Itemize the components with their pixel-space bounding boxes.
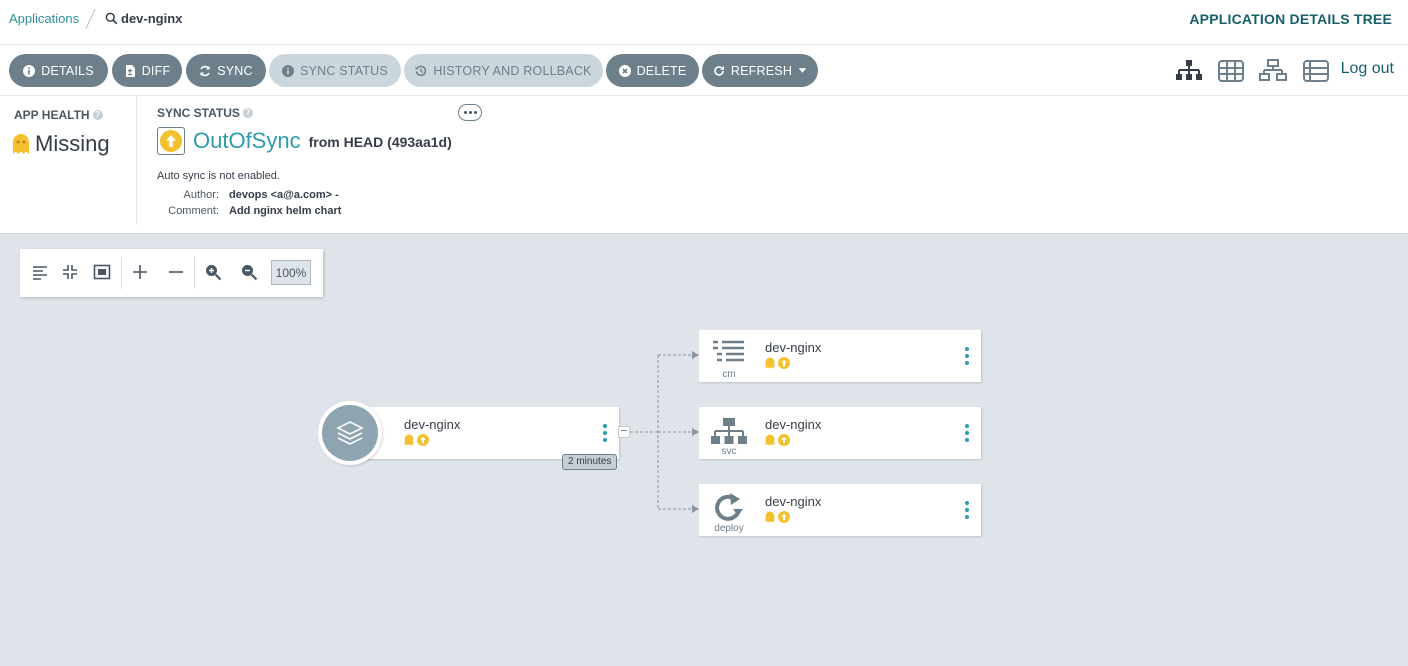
sync-button[interactable]: SYNC — [186, 54, 266, 87]
out-of-sync-icon — [417, 434, 429, 446]
resource-name-deploy: dev-nginx — [765, 494, 822, 509]
file-diff-icon — [125, 64, 135, 77]
breadcrumb-separator — [85, 8, 96, 30]
resource-menu-button[interactable] — [964, 347, 970, 365]
search-icon — [105, 12, 118, 25]
resource-status-deploy — [765, 511, 790, 523]
deployment-icon — [715, 493, 743, 521]
breadcrumb-applications[interactable]: Applications — [9, 11, 79, 26]
app-node-icon — [318, 401, 382, 465]
out-of-sync-icon — [778, 357, 790, 369]
out-of-sync-icon — [778, 511, 790, 523]
comment-value: Add nginx helm chart — [229, 205, 342, 217]
app-health-heading: APP HEALTH ? — [14, 108, 103, 122]
delete-button[interactable]: DELETE — [606, 54, 699, 87]
diff-button[interactable]: DIFF — [112, 54, 182, 87]
resource-menu-button[interactable] — [964, 501, 970, 519]
comment-label: Comment: — [168, 205, 219, 217]
sync-status-heading: SYNC STATUS ? — [157, 106, 253, 120]
resource-menu-button[interactable] — [964, 424, 970, 442]
ghost-icon — [13, 134, 29, 154]
sync-status-text[interactable]: OutOfSync — [193, 128, 301, 154]
resource-kind-cm: cm — [722, 369, 736, 380]
page-title: APPLICATION DETAILS TREE — [1189, 11, 1392, 27]
app-health-text: Missing — [35, 131, 110, 156]
history-rollback-button[interactable]: HISTORY AND ROLLBACK — [404, 54, 603, 87]
network-view-icon[interactable] — [1259, 59, 1287, 83]
breadcrumb-current: dev-nginx — [105, 11, 182, 26]
ghost-icon — [765, 434, 775, 446]
sync-label: SYNC — [217, 63, 253, 78]
resource-name-cm: dev-nginx — [765, 340, 822, 355]
history-label: HISTORY AND ROLLBACK — [433, 63, 592, 78]
resource-node-deploy[interactable]: deploy dev-nginx — [699, 484, 981, 536]
delete-label: DELETE — [636, 63, 687, 78]
more-options-button[interactable] — [458, 104, 482, 121]
collapse-button[interactable]: − — [618, 426, 630, 438]
refresh-button[interactable]: REFRESH — [702, 54, 818, 87]
comment-row: Comment: Add nginx helm chart — [157, 205, 341, 219]
out-of-sync-icon — [778, 434, 790, 446]
layers-icon — [336, 421, 364, 445]
service-icon — [711, 418, 747, 444]
top-bar: Applications dev-nginx APPLICATION DETAI… — [0, 0, 1408, 45]
resource-tree-canvas[interactable]: 100% dev-nginx − 2 minutes cm dev-nginx — [0, 234, 1408, 666]
ghost-icon — [404, 434, 414, 446]
resource-status-cm — [765, 357, 790, 369]
info-icon — [23, 64, 36, 77]
caret-down-icon — [798, 68, 807, 73]
app-node-name: dev-nginx — [404, 417, 461, 432]
sync-status-label: SYNC STATUS — [300, 63, 388, 78]
tree-view-icon[interactable] — [1175, 59, 1203, 83]
logout-link[interactable]: Log out — [1341, 60, 1394, 78]
auto-sync-note: Auto sync is not enabled. — [157, 170, 280, 182]
sync-status-value: OutOfSync from HEAD (493aa1d) — [157, 127, 452, 155]
resource-kind-svc: svc — [721, 446, 737, 457]
list-view-icon[interactable] — [1302, 59, 1330, 83]
author-label: Author: — [183, 189, 219, 201]
resource-status-svc — [765, 434, 790, 446]
resource-name-svc: dev-nginx — [765, 417, 822, 432]
sync-status-button[interactable]: SYNC STATUS — [269, 54, 401, 87]
help-icon[interactable]: ? — [242, 108, 253, 118]
app-node[interactable]: dev-nginx — [350, 407, 619, 459]
app-health-value: Missing — [12, 131, 110, 157]
sync-revision: from HEAD (493aa1d) — [308, 134, 452, 150]
resource-kind-deploy: deploy — [714, 523, 744, 534]
delete-icon — [618, 64, 631, 77]
app-health-label: APP HEALTH — [14, 108, 90, 122]
details-label: DETAILS — [41, 63, 94, 78]
resource-node-svc[interactable]: svc dev-nginx — [699, 407, 981, 459]
pods-grid-view-icon[interactable] — [1217, 59, 1245, 83]
toolbar: DETAILS DIFF SYNC SYNC STATUS HISTORY AN… — [0, 45, 1408, 96]
status-panel: APP HEALTH ? Missing SYNC STATUS ? OutOf… — [0, 96, 1408, 234]
ghost-icon — [765, 357, 775, 369]
configmap-icon — [713, 340, 744, 362]
author-row: Author: devops <a@a.com> - — [157, 189, 339, 203]
app-age-badge: 2 minutes — [562, 454, 618, 470]
details-button[interactable]: DETAILS — [9, 54, 108, 87]
diff-label: DIFF — [141, 63, 171, 78]
info-icon — [282, 64, 295, 77]
sync-icon — [200, 65, 210, 76]
refresh-icon — [714, 65, 724, 76]
ghost-icon — [765, 511, 775, 523]
app-node-menu-button[interactable] — [602, 424, 608, 442]
breadcrumb-current-label: dev-nginx — [121, 11, 183, 26]
refresh-label: REFRESH — [730, 63, 793, 78]
history-icon — [415, 65, 427, 76]
resource-node-cm[interactable]: cm dev-nginx — [699, 330, 981, 382]
sync-status-section-label: SYNC STATUS — [157, 106, 240, 120]
app-node-status — [404, 434, 429, 446]
help-icon[interactable]: ? — [92, 110, 103, 120]
out-of-sync-icon — [157, 127, 185, 155]
app-health-section: APP HEALTH ? Missing — [0, 96, 137, 225]
author-value: devops <a@a.com> - — [229, 189, 339, 201]
